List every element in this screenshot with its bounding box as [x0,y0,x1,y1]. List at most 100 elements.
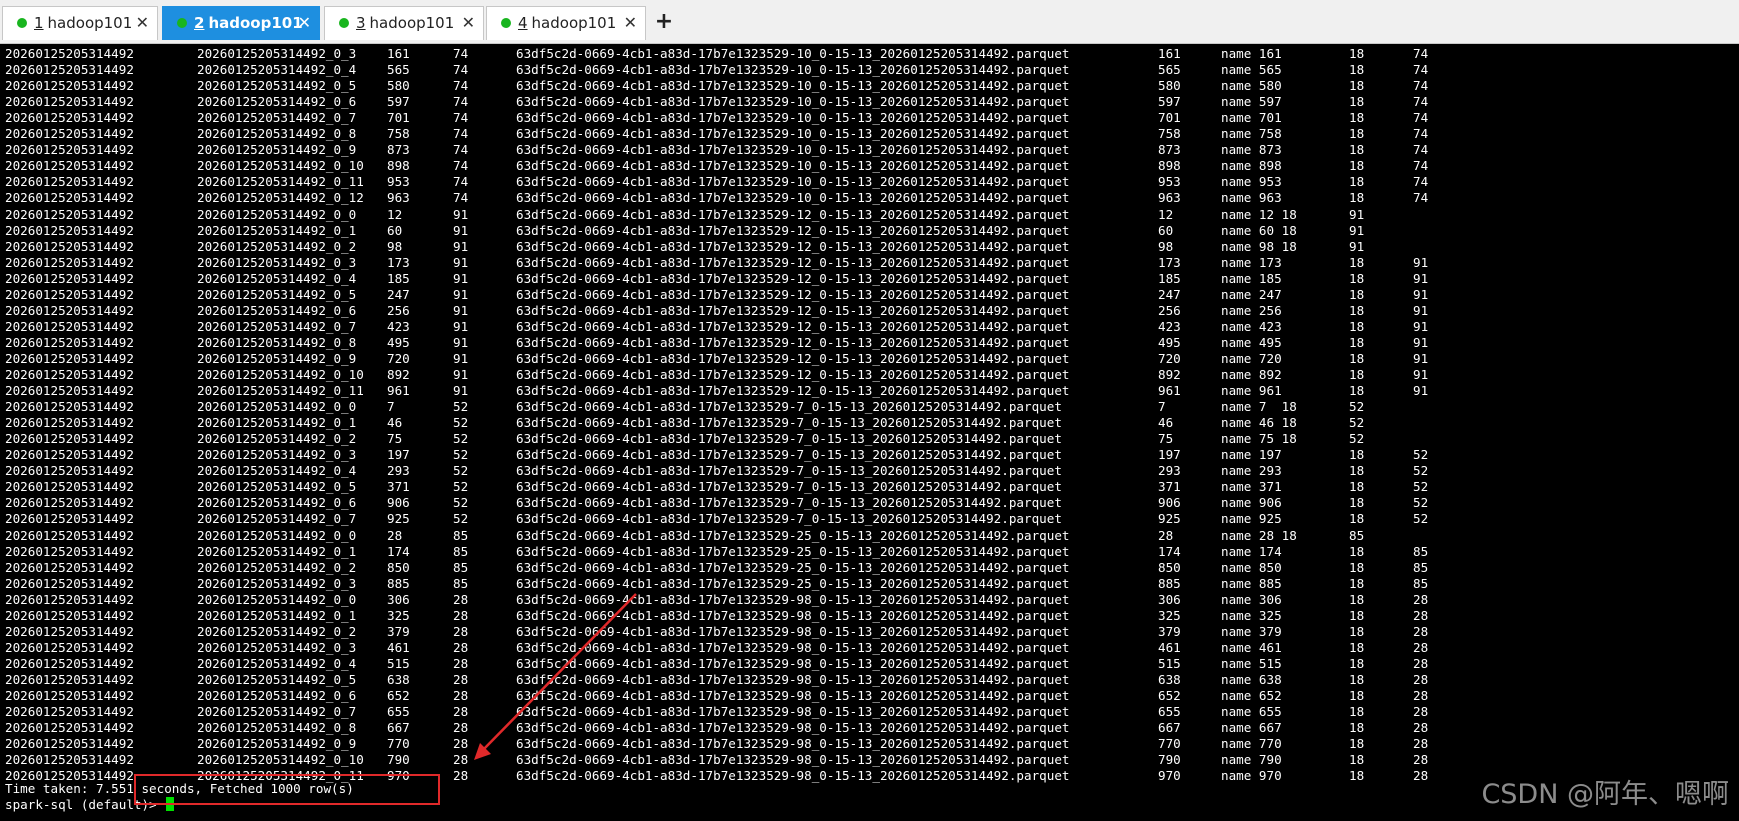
cell-commit-time: 20260125205314492 [5,591,134,607]
cell-record-key: 20260125205314492_0_5 [197,78,357,94]
cell-id-value: 970 [1158,768,1181,784]
cell-commit-time: 20260125205314492 [5,704,134,720]
cell-file-name: 63df5c2d-0669-4cb1-a83d-17b7e1323529-12_… [516,383,1070,399]
cell-partition-value: 74 [1413,62,1429,78]
cell-partition: 91 [453,383,469,399]
cell-id: 161 [387,46,410,61]
close-icon[interactable]: ✕ [462,7,475,39]
cell-age-value: 18 [1349,383,1365,399]
cell-record-key: 20260125205314492_0_4 [197,463,357,479]
cell-id: 325 [387,607,410,623]
cell-name-value: name 197 [1221,447,1282,463]
cell-id-value: 185 [1158,270,1181,286]
tab-session-1[interactable]: 1 hadoop101 ✕ [2,6,158,40]
cell-partition: 91 [453,270,469,286]
cell-name-value: name 652 [1221,688,1282,703]
cell-partition-value: 74 [1413,126,1429,142]
cell-record-key: 20260125205314492_0_8 [197,126,357,142]
cell-file-name: 63df5c2d-0669-4cb1-a83d-17b7e1323529-7_0… [516,463,1062,479]
cell-id-value: 770 [1158,736,1181,752]
cell-id-value: 565 [1158,62,1181,78]
cell-name-value: name 495 [1221,334,1282,350]
table-row: 20260125205314492 20260125205314492_0_5 58… [0,78,1450,94]
cell-name-value: name 961 [1221,383,1282,399]
cell-id-value: 98 [1158,238,1174,254]
cell-id: 60 [387,222,403,238]
table-row: 20260125205314492 20260125205314492_0_4 51… [0,656,1450,672]
cell-partition: 85 [453,575,469,591]
tab-session-3[interactable]: 3 hadoop101 ✕ [324,6,484,40]
cell-id-value: 758 [1158,126,1181,142]
cell-partition: 28 [453,639,469,655]
cell-file-name: 63df5c2d-0669-4cb1-a83d-17b7e1323529-12_… [516,334,1070,350]
terminal-output[interactable]: 20260125205314492 20260125205314492_0_3 16… [0,45,1739,821]
cell-age-value: 18 [1349,511,1365,527]
table-row: 20260125205314492 20260125205314492_0_8 75… [0,126,1450,142]
cell-id-value: 963 [1158,190,1181,206]
cell-name-value: name 75 18 [1221,431,1297,447]
tab-session-4[interactable]: 4 hadoop101 ✕ [486,6,646,40]
cell-id-value: 28 [1158,527,1174,543]
tab-session-2[interactable]: 2 hadoop101 ✕ [162,6,320,40]
cell-commit-time: 20260125205314492 [5,174,134,190]
cell-file-name: 63df5c2d-0669-4cb1-a83d-17b7e1323529-12_… [516,318,1070,334]
cell-file-name: 63df5c2d-0669-4cb1-a83d-17b7e1323529-10_… [516,126,1070,142]
cell-age-value: 18 [1349,479,1365,495]
cell-commit-time: 20260125205314492 [5,511,134,527]
cell-name-value: name 701 [1221,110,1282,126]
cell-partition-value: 91 [1413,270,1429,286]
cell-file-name: 63df5c2d-0669-4cb1-a83d-17b7e1323529-7_0… [516,495,1062,511]
cell-partition-value: 85 [1413,575,1429,591]
cell-partition-value: 52 [1413,479,1429,495]
cell-file-name: 63df5c2d-0669-4cb1-a83d-17b7e1323529-98_… [516,768,1070,784]
cell-name-value: name 379 [1221,623,1282,639]
cell-id: 515 [387,655,410,671]
cell-record-key: 20260125205314492_0_5 [197,671,357,687]
table-row: 20260125205314492 20260125205314492_0_5 63… [0,672,1450,688]
cell-name-value: name 98 18 [1221,238,1297,254]
cell-id-value: 379 [1158,623,1181,639]
cell-record-key: 20260125205314492_0_10 [197,367,364,382]
table-row: 20260125205314492 20260125205314492_0_1 60… [0,223,1450,239]
cell-partition: 91 [453,350,469,366]
cell-partition: 91 [453,318,469,334]
table-row: 20260125205314492 20260125205314492_0_1 32… [0,608,1450,624]
cell-age-value: 18 [1349,447,1365,463]
tab-number: 3 [356,14,366,32]
cell-id-value: 197 [1158,447,1181,463]
cell-partition-value: 85 [1413,559,1429,575]
cell-record-key: 20260125205314492_0_1 [197,543,357,559]
cell-commit-time: 20260125205314492 [5,671,134,687]
cell-file-name: 63df5c2d-0669-4cb1-a83d-17b7e1323529-10_… [516,62,1070,78]
cell-id: 306 [387,591,410,607]
cell-partition: 28 [453,591,469,607]
cell-file-name: 63df5c2d-0669-4cb1-a83d-17b7e1323529-12_… [516,222,1070,238]
cell-record-key: 20260125205314492_0_4 [197,655,357,671]
table-row: 20260125205314492 20260125205314492_0_6 59… [0,94,1450,110]
cell-id-value: 461 [1158,639,1181,655]
cell-name-value: name 790 [1221,752,1282,768]
cell-file-name: 63df5c2d-0669-4cb1-a83d-17b7e1323529-10_… [516,94,1070,110]
cell-file-name: 63df5c2d-0669-4cb1-a83d-17b7e1323529-12_… [516,254,1070,270]
cell-age-value: 18 [1349,704,1365,720]
cell-id: 173 [387,254,410,270]
cell-age-value: 18 [1349,94,1365,110]
cell-age-value: 52 [1349,415,1365,431]
table-row: 20260125205314492 20260125205314492_0_3 17… [0,255,1450,271]
table-row: 20260125205314492 20260125205314492_0_2 85… [0,560,1450,576]
cell-name-value: name 12 18 [1221,206,1297,222]
cell-name-value: name 720 [1221,350,1282,366]
cell-file-name: 63df5c2d-0669-4cb1-a83d-17b7e1323529-10_… [516,110,1070,126]
cell-age-value: 18 [1349,607,1365,623]
cell-id-value: 293 [1158,463,1181,479]
close-icon[interactable]: ✕ [136,7,149,39]
cell-commit-time: 20260125205314492 [5,720,134,736]
close-icon[interactable]: ✕ [298,7,311,39]
cell-file-name: 63df5c2d-0669-4cb1-a83d-17b7e1323529-12_… [516,238,1070,254]
cell-age-value: 91 [1349,222,1365,238]
cell-id: 371 [387,479,410,495]
new-tab-button[interactable]: + [652,8,676,36]
cell-id: 906 [387,495,410,511]
cell-commit-time: 20260125205314492 [5,126,134,142]
close-icon[interactable]: ✕ [624,7,637,39]
